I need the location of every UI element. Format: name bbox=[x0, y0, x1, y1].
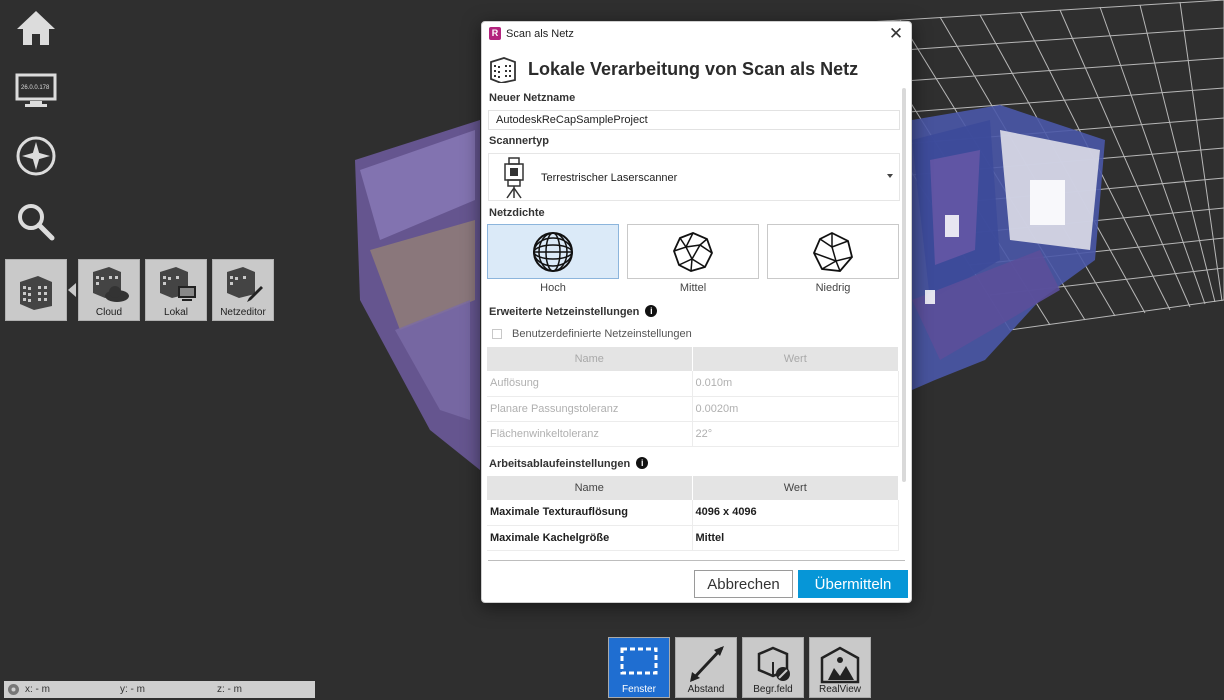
workflow-settings-heading: Arbeitsablaufeinstellungen i bbox=[489, 457, 649, 470]
planar-tolerance-value: 0.0020m bbox=[692, 396, 899, 422]
mesh-local-label: Lokal bbox=[164, 307, 188, 318]
custom-settings-checkbox[interactable] bbox=[492, 329, 502, 339]
laser-scanner-icon bbox=[504, 157, 524, 199]
medium-sphere-icon bbox=[673, 231, 713, 272]
footer-divider bbox=[488, 560, 905, 561]
distance-icon bbox=[690, 646, 724, 682]
tile-pointer bbox=[68, 283, 76, 297]
submit-button[interactable]: Übermitteln bbox=[798, 570, 908, 598]
resolution-name: Auflösung bbox=[487, 371, 693, 397]
dialog-titlebar[interactable]: R Scan als Netz ✕ bbox=[482, 22, 911, 46]
workflow-settings-table: Name Wert Maximale Texturauflösung 4096 … bbox=[487, 476, 899, 551]
realview-tool[interactable]: RealView bbox=[809, 637, 871, 698]
advanced-settings-table: Name Wert Auflösung 0.010m Planare Passu… bbox=[487, 347, 899, 447]
density-high-label: Hoch bbox=[540, 282, 566, 294]
texture-resolution-value[interactable]: 4096 x 4096 bbox=[692, 500, 899, 526]
column-header-name: Name bbox=[487, 347, 693, 371]
window-select-tool[interactable]: Fenster bbox=[608, 637, 670, 698]
mesh-cloud-label: Cloud bbox=[95, 307, 123, 318]
mesh-editor-button[interactable]: Netzeditor bbox=[212, 259, 274, 321]
tile-size-name: Maximale Kachelgröße bbox=[487, 525, 693, 551]
close-icon[interactable]: ✕ bbox=[887, 24, 905, 44]
info-icon[interactable]: i bbox=[645, 305, 658, 317]
workflow-settings-label: Arbeitsablaufeinstellungen bbox=[489, 458, 631, 470]
scan-to-mesh-dialog: R Scan als Netz ✕ Lokale Verarbeitung vo… bbox=[481, 21, 912, 603]
table-row: Auflösung 0.010m bbox=[487, 371, 899, 397]
home-button[interactable] bbox=[12, 4, 60, 52]
window-select-label: Fenster bbox=[622, 684, 656, 695]
dialog-scrollbar[interactable] bbox=[902, 88, 906, 482]
coordinate-readout: x: - m y: - m z: - m bbox=[4, 681, 315, 698]
texture-resolution-name: Maximale Texturauflösung bbox=[487, 500, 693, 526]
scanner-type-label: Scannertyp bbox=[489, 135, 549, 147]
distance-label: Abstand bbox=[687, 684, 725, 695]
navigation-button[interactable] bbox=[12, 132, 60, 180]
table-row: Flächenwinkeltoleranz 22° bbox=[487, 421, 899, 447]
density-low-button[interactable] bbox=[767, 224, 899, 279]
table-row[interactable]: Maximale Texturauflösung 4096 x 4096 bbox=[487, 500, 899, 526]
mesh-editor-label: Netzeditor bbox=[220, 307, 266, 318]
density-medium-button[interactable] bbox=[627, 224, 759, 279]
coord-x: x: - m bbox=[25, 684, 50, 695]
compass-icon bbox=[16, 136, 56, 176]
column-header-name: Name bbox=[487, 476, 693, 500]
tile-size-value[interactable]: Mittel bbox=[692, 525, 899, 551]
mesh-cloud-icon bbox=[93, 267, 129, 302]
density-low-label: Niedrig bbox=[815, 282, 851, 294]
realview-icon bbox=[820, 646, 860, 684]
limit-box-tool[interactable]: Begr.feld bbox=[742, 637, 804, 698]
dialog-heading: Lokale Verarbeitung von Scan als Netz bbox=[528, 59, 859, 79]
distance-tool[interactable]: Abstand bbox=[675, 637, 737, 698]
mesh-building-icon bbox=[490, 57, 516, 83]
mesh-density-label: Netzdichte bbox=[489, 207, 545, 219]
scanner-type-select[interactable]: Terrestrischer Laserscanner bbox=[488, 153, 900, 201]
app-logo: R bbox=[489, 27, 501, 40]
coord-z: z: - m bbox=[217, 684, 242, 695]
column-header-value: Wert bbox=[692, 476, 899, 500]
planar-tolerance-name: Planare Passungstoleranz bbox=[487, 396, 693, 422]
mesh-editor-icon bbox=[227, 267, 263, 302]
mesh-name-label: Neuer Netzname bbox=[489, 92, 576, 104]
mesh-local-icon bbox=[160, 267, 196, 301]
scanner-type-value: Terrestrischer Laserscanner bbox=[541, 172, 678, 184]
search-icon bbox=[18, 204, 55, 241]
angle-tolerance-value: 22° bbox=[692, 421, 899, 447]
angle-tolerance-name: Flächenwinkeltoleranz bbox=[487, 421, 693, 447]
mesh-name-input[interactable]: AutodeskReCapSampleProject bbox=[488, 110, 900, 130]
mesh-tool-main[interactable] bbox=[5, 259, 67, 321]
resolution-value: 0.010m bbox=[692, 371, 899, 397]
custom-settings-label: Benutzerdefinierte Netzeinstellungen bbox=[512, 328, 692, 340]
display-ip-label: 26.0.0.178 bbox=[21, 85, 50, 91]
advanced-settings-heading: Erweiterte Netzeinstellungen i bbox=[489, 305, 658, 318]
mesh-local-button[interactable]: Lokal bbox=[145, 259, 207, 321]
table-row: Planare Passungstoleranz 0.0020m bbox=[487, 396, 899, 422]
advanced-settings-label: Erweiterte Netzeinstellungen bbox=[489, 306, 640, 318]
search-button[interactable] bbox=[12, 198, 60, 246]
coord-y: y: - m bbox=[120, 684, 145, 695]
display-settings-button[interactable]: 26.0.0.178 bbox=[12, 66, 60, 114]
mesh-cloud-button[interactable]: Cloud bbox=[78, 259, 140, 321]
info-icon[interactable]: i bbox=[636, 457, 649, 469]
mesh-building-icon bbox=[20, 276, 52, 310]
density-medium-label: Mittel bbox=[679, 282, 707, 294]
table-row[interactable]: Maximale Kachelgröße Mittel bbox=[487, 525, 899, 551]
dialog-title: Scan als Netz bbox=[506, 28, 574, 40]
home-icon bbox=[17, 11, 55, 45]
low-sphere-icon bbox=[813, 231, 853, 272]
settings-icon[interactable] bbox=[7, 683, 20, 696]
realview-label: RealView bbox=[818, 684, 862, 695]
cancel-button[interactable]: Abbrechen bbox=[694, 570, 793, 598]
chevron-down-icon bbox=[887, 174, 893, 178]
limit-box-icon bbox=[757, 646, 790, 681]
limit-box-label: Begr.feld bbox=[753, 684, 793, 695]
column-header-value: Wert bbox=[692, 347, 899, 371]
dense-sphere-icon bbox=[533, 231, 573, 272]
density-high-button[interactable] bbox=[487, 224, 619, 279]
window-select-icon bbox=[620, 647, 658, 675]
